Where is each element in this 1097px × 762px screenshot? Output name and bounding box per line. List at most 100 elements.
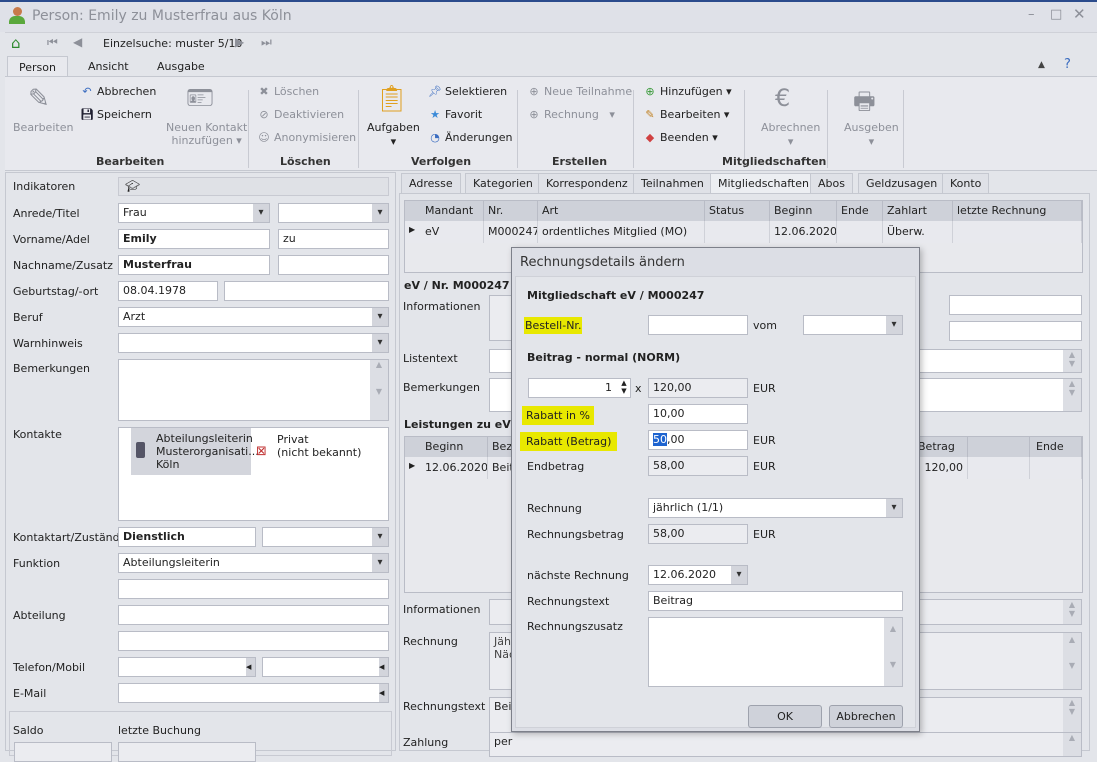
scrollbar[interactable]: ▲ ▼ xyxy=(1063,600,1081,624)
cell-mandant[interactable]: eV xyxy=(421,221,484,243)
scrollbar[interactable]: ▲ ▼ xyxy=(884,618,902,686)
tab-teilnahmen[interactable]: Teilnahmen xyxy=(633,173,712,193)
rechnung-select[interactable]: jährlich (1/1) xyxy=(648,498,903,518)
bemerkungen-textarea[interactable]: ▲ ▼ xyxy=(118,359,389,421)
ribbon-tab-ausgabe[interactable]: Ausgabe xyxy=(157,60,205,73)
tab-geldzusagen[interactable]: Geldzusagen xyxy=(858,173,946,193)
bearbeiten-button[interactable]: Bearbeiten xyxy=(13,121,73,134)
cancel-button[interactable]: Abbrechen xyxy=(829,705,903,728)
tab-mitgliedschaften[interactable]: Mitgliedschaften xyxy=(710,173,817,193)
rechnungstext-input[interactable]: Beitrag xyxy=(648,591,903,611)
anrede-select[interactable]: Frau xyxy=(118,203,270,223)
beruf-select[interactable]: Arzt xyxy=(118,307,389,327)
tab-konto[interactable]: Konto xyxy=(942,173,990,193)
next-record-icon[interactable]: ▶ xyxy=(235,35,244,49)
anonymisieren-button[interactable]: ☺ Anonymisieren xyxy=(257,131,356,144)
col-zahlart[interactable]: Zahlart xyxy=(883,201,953,221)
tab-adresse[interactable]: Adresse xyxy=(401,173,461,193)
close-button[interactable]: ✕ xyxy=(1073,5,1086,23)
rabatt-betrag-input[interactable]: 50,00 xyxy=(648,430,748,450)
titel-select[interactable] xyxy=(278,203,389,223)
spin-icon[interactable]: ▲ ▼ xyxy=(619,379,629,395)
adel-input[interactable]: zu xyxy=(278,229,389,249)
abteilung-extra-input[interactable] xyxy=(118,631,389,651)
scrollbar[interactable]: ▲ ▼ xyxy=(1063,698,1081,732)
deaktivieren-button[interactable]: ⊘ Deaktivieren xyxy=(257,108,344,121)
cell-leistung-blank[interactable] xyxy=(968,457,1030,479)
vorname-input[interactable]: Emily xyxy=(118,229,270,249)
warnhinweis-select[interactable] xyxy=(118,333,389,353)
bestell-nr-input[interactable] xyxy=(648,315,748,335)
col-leistung-blank[interactable] xyxy=(968,437,1030,457)
row-indicator[interactable]: ▶ xyxy=(405,221,422,243)
cell-status[interactable] xyxy=(705,221,770,243)
neuer-kontakt-button[interactable]: Neuen Kontakt hinzufügen ▾ xyxy=(166,121,247,147)
kontakt-dienstlich[interactable]: Abteilungsleiterin Musterorganisati... Köl… xyxy=(131,428,259,475)
cell-nr[interactable]: M000247 xyxy=(484,221,538,243)
hinzufuegen-button[interactable]: ⊕ Hinzufügen ▾ xyxy=(643,85,731,98)
mobil-input[interactable]: ◀ xyxy=(262,657,389,677)
col-status[interactable]: Status xyxy=(705,201,770,221)
collapse-ribbon-icon[interactable]: ▲ xyxy=(1038,60,1045,70)
beenden-button[interactable]: ◆ Beenden ▾ xyxy=(643,131,718,144)
col-nr[interactable]: Nr. xyxy=(484,201,538,221)
scrollbar[interactable]: ▲ ▼ xyxy=(1063,379,1081,411)
kontakt-privat[interactable]: ⊠ Privat (nicht bekannt) xyxy=(255,428,375,475)
speichern-button[interactable]: 💾︎ Speichern xyxy=(80,108,152,121)
row-indicator[interactable]: ▶ xyxy=(405,457,422,479)
tab-kategorien[interactable]: Kategorien xyxy=(465,173,541,193)
rechnungszusatz-textarea[interactable]: ▲ ▼ xyxy=(648,617,903,687)
cell-ende[interactable] xyxy=(837,221,883,243)
kontaktart-input[interactable]: Dienstlich xyxy=(118,527,256,547)
tab-abos[interactable]: Abos xyxy=(810,173,853,193)
col-leistung-beginn[interactable]: Beginn xyxy=(421,437,488,457)
selektieren-button[interactable]: 📌︎ Selektieren xyxy=(428,85,507,98)
nachname-input[interactable]: Musterfrau xyxy=(118,255,270,275)
rechnung-button[interactable]: ⊕ Rechnung ▾ xyxy=(527,108,614,121)
col-leistung-ende[interactable]: Ende xyxy=(1030,437,1082,457)
col-letzte-rechnung[interactable]: letzte Rechnung xyxy=(953,201,1082,221)
vom-date-picker[interactable] xyxy=(803,315,903,335)
right-field-2[interactable] xyxy=(949,321,1082,341)
first-record-icon[interactable]: ⏮ xyxy=(47,35,58,50)
col-art[interactable]: Art xyxy=(538,201,705,221)
minimize-button[interactable]: – xyxy=(1028,7,1035,22)
neue-teilnahme-button[interactable]: ⊕ Neue Teilnahme xyxy=(527,85,632,98)
rabatt-pct-input[interactable]: 10,00 xyxy=(648,404,748,424)
ausgeben-button[interactable]: Ausgeben ▾ xyxy=(844,121,899,149)
funktion-extra-input[interactable] xyxy=(118,579,389,599)
ok-button[interactable]: OK xyxy=(748,705,822,728)
scrollbar[interactable]: ▲ ▼ xyxy=(370,360,388,420)
favorit-button[interactable]: ★ Favorit xyxy=(428,108,482,121)
geburtstag-input[interactable]: 08.04.1978 xyxy=(118,281,218,301)
right-field-1[interactable] xyxy=(949,295,1082,315)
home-icon[interactable]: ⌂ xyxy=(11,34,21,52)
quantity-stepper[interactable]: 1 ▲ ▼ xyxy=(528,378,631,398)
loeschen-button[interactable]: ✖ Löschen xyxy=(257,85,319,98)
geburtsort-input[interactable] xyxy=(224,281,389,301)
cell-leistung-beginn[interactable]: 12.06.2020 xyxy=(421,457,488,479)
aenderungen-button[interactable]: ◔ Änderungen xyxy=(428,131,512,144)
bearbeiten-membership-button[interactable]: ✎ Bearbeiten ▾ xyxy=(643,108,729,121)
cell-leistung-ende[interactable] xyxy=(1030,457,1082,479)
col-mandant[interactable]: Mandant xyxy=(421,201,484,221)
abteilung-input[interactable] xyxy=(118,605,389,625)
col-beginn[interactable]: Beginn xyxy=(770,201,837,221)
col-ende[interactable]: Ende xyxy=(837,201,883,221)
naechste-rechnung-date-picker[interactable]: 12.06.2020 xyxy=(648,565,748,585)
abbrechen-button[interactable]: ↶ Abbrechen xyxy=(80,85,156,98)
email-input[interactable]: ◀ xyxy=(118,683,389,703)
abrechnen-button[interactable]: Abrechnen ▾ xyxy=(761,121,820,149)
tab-korrespondenz[interactable]: Korrespondenz xyxy=(538,173,636,193)
cell-zahlart[interactable]: Überw. xyxy=(883,221,953,243)
zusatz-input[interactable] xyxy=(278,255,389,275)
help-icon[interactable]: ? xyxy=(1064,57,1071,72)
kontakte-list[interactable]: Abteilungsleiterin Musterorganisati... Köl… xyxy=(118,427,389,521)
scrollbar[interactable]: ▲ xyxy=(1063,733,1081,756)
cell-letzte-rechnung[interactable] xyxy=(953,221,1082,243)
scrollbar[interactable]: ▲ ▼ xyxy=(1063,350,1081,372)
telefon-input[interactable]: ◀ xyxy=(118,657,256,677)
cell-art[interactable]: ordentliches Mitglied (MO) xyxy=(538,221,705,243)
last-record-icon[interactable]: ⏭ xyxy=(261,35,272,50)
ribbon-tab-ansicht[interactable]: Ansicht xyxy=(88,60,129,73)
